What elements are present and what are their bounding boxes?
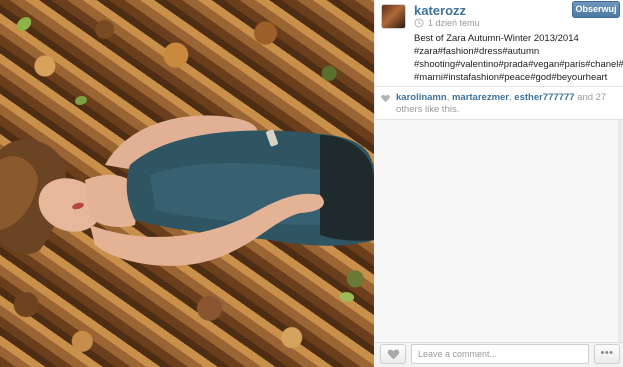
divider	[374, 86, 623, 87]
comment-input[interactable]	[411, 344, 589, 364]
post-caption: Best of Zara Autumn-Winter 2013/2014 #za…	[414, 32, 623, 84]
likes-count-text: and 27	[574, 92, 607, 103]
post-timestamp: 1 dzień temu	[428, 18, 480, 28]
scrollbar[interactable]	[618, 120, 622, 342]
liker-link[interactable]: esther777777	[514, 92, 574, 103]
likes-others-text: others like this.	[396, 104, 460, 115]
caption-line[interactable]: #zara#fashion#dress#autumn	[414, 45, 620, 58]
caption-line[interactable]: #marni#instafashion#peace#god#beyourhear…	[414, 71, 620, 84]
avatar[interactable]	[381, 4, 406, 29]
caption-line[interactable]: #shooting#valentino#prada#vegan#paris#ch…	[414, 58, 623, 71]
clock-icon	[414, 18, 424, 28]
heart-icon	[387, 349, 400, 360]
follow-button[interactable]: Obserwuj	[572, 1, 620, 18]
caption-line: Best of Zara Autumn-Winter 2013/2014	[414, 33, 579, 44]
like-button[interactable]	[380, 344, 406, 364]
more-dots-icon[interactable]: •••	[594, 344, 620, 364]
liker-link[interactable]: karolinamn	[396, 92, 447, 103]
comments-area[interactable]	[374, 120, 623, 342]
model-figure	[0, 115, 374, 266]
liker-link[interactable]: martarezmer	[452, 92, 509, 103]
username-link[interactable]: katerozz	[414, 3, 466, 18]
post-photo	[0, 0, 374, 367]
heart-icon	[381, 94, 390, 103]
likes-summary: karolinamn, martarezmer, esther777777 an…	[396, 92, 607, 115]
